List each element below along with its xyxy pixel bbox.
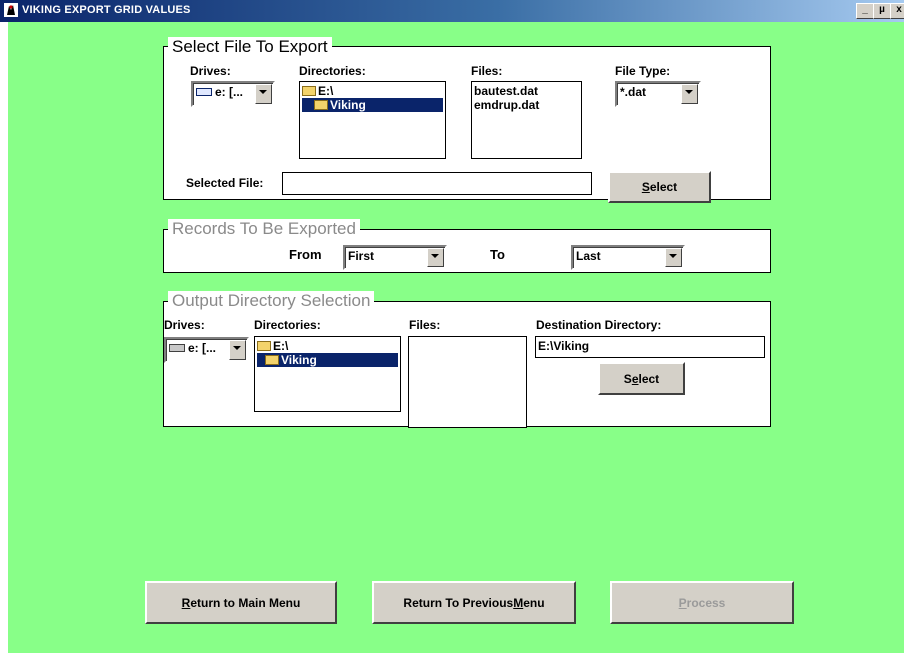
files-label: Files: bbox=[471, 64, 503, 78]
restore-button[interactable]: µ bbox=[873, 3, 891, 19]
drive-icon bbox=[169, 344, 185, 352]
directories-label: Directories: bbox=[299, 64, 366, 78]
open-folder-icon bbox=[265, 355, 279, 365]
to-value: Last bbox=[576, 249, 601, 263]
output-drives-combo[interactable]: e: [... bbox=[164, 337, 249, 363]
output-directories-list[interactable]: E:\ Viking bbox=[254, 336, 401, 412]
directories-list[interactable]: E:\ Viking bbox=[299, 81, 446, 159]
list-item[interactable]: E:\ bbox=[257, 339, 398, 353]
drives-combo[interactable]: e: [... bbox=[191, 81, 275, 107]
list-item[interactable]: bautest.dat bbox=[474, 84, 579, 98]
dropdown-arrow-icon[interactable] bbox=[427, 248, 444, 267]
list-item[interactable]: E:\ bbox=[302, 84, 443, 98]
output-drives-value: e: [... bbox=[188, 341, 217, 355]
file-type-value: *.dat bbox=[620, 85, 647, 99]
output-drives-label: Drives: bbox=[164, 318, 205, 332]
output-select-button[interactable]: Se lect bbox=[598, 362, 685, 395]
from-label: From bbox=[289, 247, 322, 262]
list-item-selected[interactable]: Viking bbox=[302, 98, 443, 112]
file-type-label: File Type: bbox=[615, 64, 671, 78]
to-combo[interactable]: Last bbox=[571, 245, 685, 270]
to-label: To bbox=[490, 247, 505, 262]
records-legend: Records To Be Exported bbox=[168, 219, 360, 239]
drive-icon bbox=[196, 88, 212, 96]
return-previous-menu-button[interactable]: Return To Previous Menu bbox=[372, 581, 576, 624]
destination-label: Destination Directory: bbox=[536, 318, 662, 332]
open-folder-icon bbox=[314, 100, 328, 110]
from-value: First bbox=[348, 249, 375, 263]
from-combo[interactable]: First bbox=[343, 245, 447, 270]
output-files-label: Files: bbox=[409, 318, 441, 332]
dropdown-arrow-icon[interactable] bbox=[255, 84, 272, 104]
title-bar: VIKING EXPORT GRID VALUES _ µ x bbox=[0, 0, 904, 22]
select-file-button[interactable]: Select bbox=[608, 171, 711, 203]
destination-field[interactable]: E:\Viking bbox=[535, 336, 765, 358]
output-directories-label: Directories: bbox=[254, 318, 321, 332]
file-type-combo[interactable]: *.dat bbox=[615, 81, 701, 107]
viking-app-icon bbox=[4, 3, 18, 17]
drives-value: e: [... bbox=[215, 85, 244, 99]
selected-file-field[interactable] bbox=[282, 172, 592, 195]
return-main-menu-button[interactable]: Return to Main Menu bbox=[145, 581, 337, 624]
drives-label: Drives: bbox=[190, 64, 231, 78]
open-folder-icon bbox=[257, 341, 271, 351]
files-list[interactable]: bautest.dat emdrup.dat bbox=[471, 81, 582, 159]
list-item-selected[interactable]: Viking bbox=[257, 353, 398, 367]
dropdown-arrow-icon[interactable] bbox=[681, 84, 698, 104]
select-file-legend: Select File To Export bbox=[168, 37, 332, 57]
output-legend: Output Directory Selection bbox=[168, 291, 375, 311]
minimize-button[interactable]: _ bbox=[856, 3, 874, 19]
output-files-list[interactable] bbox=[408, 336, 527, 428]
destination-value: E:\Viking bbox=[538, 339, 590, 353]
open-folder-icon bbox=[302, 86, 316, 96]
close-button[interactable]: x bbox=[890, 3, 904, 19]
window-title: VIKING EXPORT GRID VALUES bbox=[22, 4, 191, 16]
dropdown-arrow-icon[interactable] bbox=[665, 248, 682, 267]
list-item[interactable]: emdrup.dat bbox=[474, 98, 579, 112]
process-button[interactable]: Process bbox=[610, 581, 794, 624]
dropdown-arrow-icon[interactable] bbox=[229, 340, 246, 360]
selected-file-label: Selected File: bbox=[186, 176, 264, 190]
